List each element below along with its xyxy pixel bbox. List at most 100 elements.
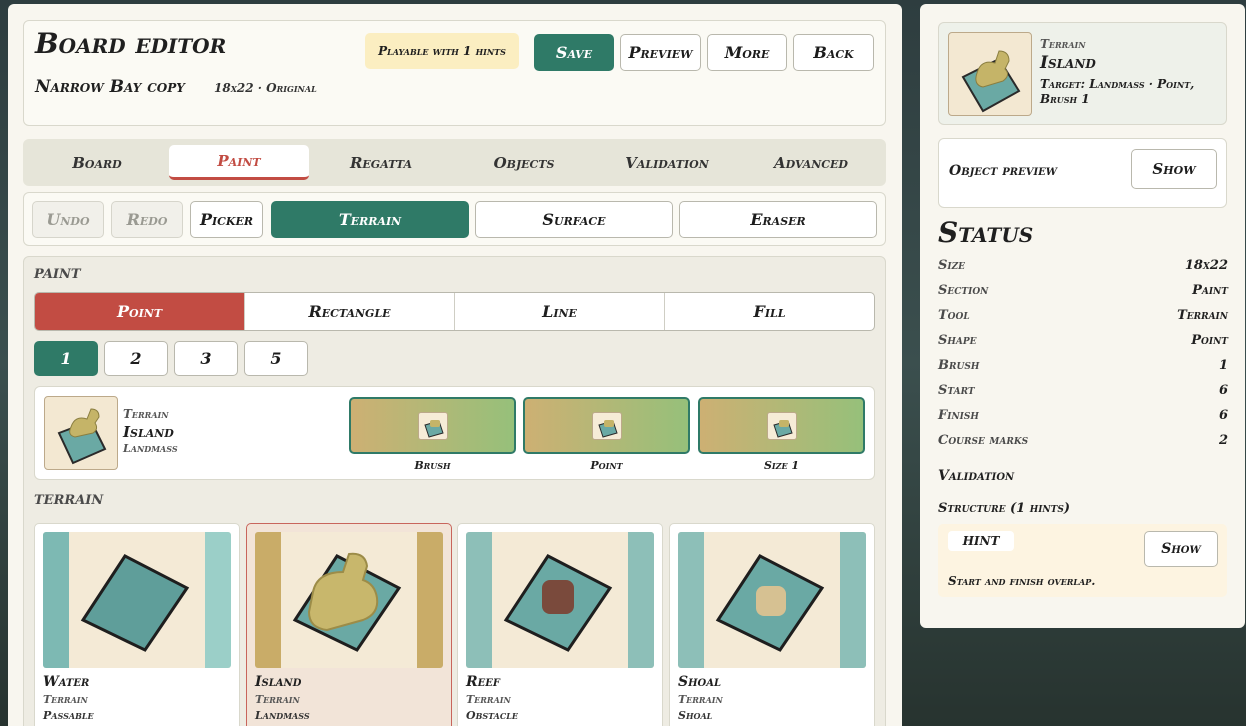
status-key: Course marks [938,433,1029,448]
status-value: 6 [1218,383,1228,398]
board-name: Narrow Bay copy [35,77,185,97]
point-preview-label: Point [590,459,623,472]
tile-name: Island [255,674,302,690]
brush-preview-label: Brush [414,459,451,472]
brush-size-3[interactable]: 3 [174,341,238,376]
object-kind: Terrain [1040,37,1086,51]
tab-board[interactable]: Board [27,145,167,180]
status-key: Start [938,383,975,398]
shape-line[interactable]: Line [455,293,665,330]
status-value: 6 [1218,408,1228,423]
tile-kind: Terrain [678,693,723,706]
status-value: Point [1191,333,1228,348]
status-row-section: Section Paint [938,283,1228,298]
picker-button[interactable]: Picker [190,201,263,238]
terrain-tile-island[interactable]: Island Terrain Landmass [246,523,452,726]
hint-box: HINT Show Start and finish overlap. [938,524,1227,597]
brush-size-5[interactable]: 5 [244,341,308,376]
shape-rectangle[interactable]: Rectangle [245,293,455,330]
tab-paint[interactable]: Paint [169,145,309,180]
playable-hint-badge: Playable with 1 hints [365,33,519,69]
status-key: Tool [938,308,970,323]
object-target: Target: Landmass · Point, Brush 1 [1040,77,1195,106]
selected-name: Island [123,423,174,441]
selected-object-card: Terrain Island Target: Landmass · Point,… [938,22,1227,125]
tab-regatta[interactable]: Regatta [311,145,451,180]
point-preview-icon [592,412,622,440]
terrain-tile-water[interactable]: Water Terrain Passable [34,523,240,726]
tab-objects[interactable]: Objects [454,145,594,180]
status-row-start: Start 6 [938,383,1228,398]
shape-point[interactable]: Point [35,293,245,330]
tool-toolbar: Undo Redo Picker Terrain Surface Eraser [23,192,886,246]
object-name: Island [1040,53,1096,73]
status-value: 1 [1218,358,1228,373]
eraser-tool-button[interactable]: Eraser [679,201,877,238]
section-tabs: Board Paint Regatta Objects Validation A… [23,139,886,186]
status-row-brush: Brush 1 [938,358,1228,373]
status-value: Terrain [1177,308,1228,323]
status-key: Section [938,283,989,298]
status-key: Shape [938,333,977,348]
hint-text: Start and finish overlap. [948,574,1096,588]
preview-button[interactable]: Preview [620,34,701,71]
sidebar-panel: Terrain Island Target: Landmass · Point,… [920,4,1245,628]
tile-name: Reef [466,674,500,690]
terrain-tool-button[interactable]: Terrain [271,201,469,238]
editor-panel: Board editor Narrow Bay copy 18x22 · Ori… [8,4,902,726]
size-preview [698,397,865,454]
shape-fill[interactable]: Fill [665,293,874,330]
paint-label: PAINT [34,267,81,282]
redo-button[interactable]: Redo [111,201,183,238]
save-button[interactable]: Save [534,34,614,71]
selected-kind: Terrain [123,407,169,421]
point-preview [523,397,690,454]
brush-preview [349,397,516,454]
island-thumbnail [44,396,118,470]
object-preview-card: Object preview Show [938,138,1227,208]
show-preview-button[interactable]: Show [1131,149,1217,189]
water-art [43,532,231,668]
tab-validation[interactable]: Validation [597,145,737,180]
status-key: Size [938,258,966,273]
tile-tag: Shoal [678,709,713,722]
selected-terrain-card: Terrain Island Landmass Brush Point Size… [34,386,875,480]
status-key: Finish [938,408,979,423]
brush-size-1[interactable]: 1 [34,341,98,376]
surface-tool-button[interactable]: Surface [475,201,673,238]
terrain-tile-reef[interactable]: Reef Terrain Obstacle [457,523,663,726]
editor-header: Board editor Narrow Bay copy 18x22 · Ori… [23,20,886,126]
status-value: Paint [1192,283,1228,298]
board-meta: 18x22 · Original [214,81,317,95]
validation-label: Validation [938,468,1015,484]
tile-kind: Terrain [43,693,88,706]
show-hint-button[interactable]: Show [1144,531,1218,567]
undo-button[interactable]: Undo [32,201,104,238]
status-row-finish: Finish 6 [938,408,1228,423]
tile-name: Shoal [678,674,722,690]
terrain-tile-shoal[interactable]: Shoal Terrain Shoal [669,523,875,726]
island-art [255,532,443,668]
status-row-tool: Tool Terrain [938,308,1228,323]
status-row-size: Size 18x22 [938,258,1228,273]
structure-label: Structure (1 hints) [938,501,1070,516]
tile-kind: Terrain [255,693,300,706]
tile-name: Water [43,674,90,690]
tile-tag: Obstacle [466,709,518,722]
hint-tag: HINT [948,531,1014,551]
tile-tag: Passable [43,709,94,722]
status-key: Brush [938,358,980,373]
terrain-label: TERRAIN [34,493,104,508]
paint-section: PAINT Point Rectangle Line Fill 1 2 3 5 … [23,256,886,726]
tab-advanced[interactable]: Advanced [741,145,881,180]
tile-kind: Terrain [466,693,511,706]
reef-art [466,532,654,668]
status-value: 2 [1218,433,1228,448]
brush-preview-icon [418,412,448,440]
more-button[interactable]: More [707,34,787,71]
shoal-art [678,532,866,668]
object-preview-label: Object preview [949,163,1058,179]
status-title: Status [938,216,1034,249]
back-button[interactable]: Back [793,34,874,71]
brush-size-2[interactable]: 2 [104,341,168,376]
